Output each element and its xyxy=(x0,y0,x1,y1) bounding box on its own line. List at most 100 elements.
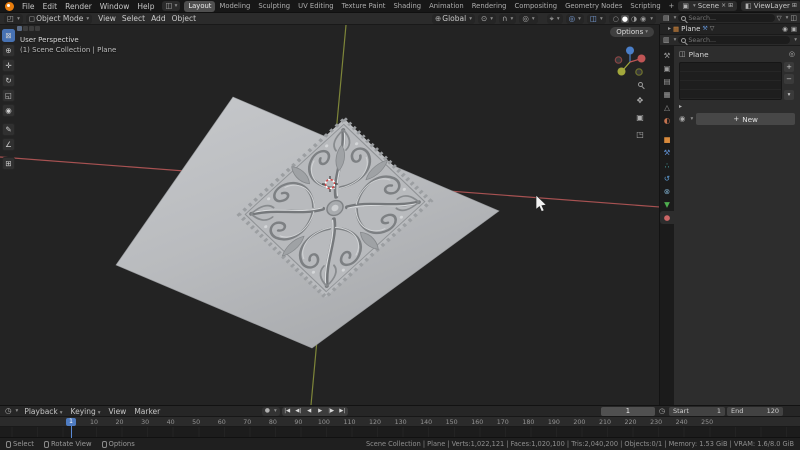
pivot-point-selector[interactable]: ⊙ ▾ xyxy=(477,13,497,24)
timeline-menu[interactable]: View xyxy=(105,407,131,416)
shading-material-button[interactable]: ◑ xyxy=(630,15,638,23)
workspace-tab[interactable]: Animation xyxy=(425,1,468,12)
material-slot-list[interactable] xyxy=(679,62,782,100)
workspace-tab[interactable]: Sculpting xyxy=(254,1,294,12)
properties-editor-icon[interactable]: ▥ xyxy=(663,36,670,44)
timeline-editor-icon[interactable]: ◷ xyxy=(5,407,12,415)
tab-physics[interactable]: ↺ xyxy=(660,172,674,185)
workspace-tab[interactable]: Texture Paint xyxy=(338,1,390,12)
disable-render-icon[interactable]: ▣ xyxy=(791,26,797,33)
topbar-menu[interactable]: Edit xyxy=(39,1,62,12)
gizmo-y-axis[interactable] xyxy=(617,67,626,76)
slot-specials-button[interactable]: ▾ xyxy=(784,90,794,100)
topbar-menu[interactable]: Render xyxy=(61,1,96,12)
play-reverse-button[interactable]: ◀ xyxy=(304,408,315,414)
jump-to-start-button[interactable]: |◀ xyxy=(282,408,293,414)
proportional-editing[interactable]: ◎ ▾ xyxy=(519,13,538,24)
add-cube-tool[interactable]: ⊞ xyxy=(2,157,15,170)
tab-material[interactable]: ● xyxy=(660,211,674,224)
transform-tool[interactable]: ◉ xyxy=(2,104,15,117)
workspace-tab[interactable]: Geometry Nodes xyxy=(561,1,626,12)
tab-modifiers[interactable]: ⚒ xyxy=(660,146,674,159)
editor-type-selector[interactable]: ◰ ▾ xyxy=(4,13,23,24)
new-collection-icon[interactable]: ◫ xyxy=(790,14,797,22)
frame-end-field[interactable]: End 120 xyxy=(727,406,783,416)
xray-toggle[interactable]: ◫ ▾ xyxy=(586,13,606,24)
outliner-search[interactable] xyxy=(678,14,775,22)
select-box-tool[interactable]: ⊠ xyxy=(2,29,15,42)
topbar-menu[interactable]: Help xyxy=(133,1,158,12)
timeline-menu[interactable]: Keying ▾ xyxy=(67,407,105,416)
material-sphere-icon[interactable]: ◉ xyxy=(679,115,686,123)
playhead-line[interactable] xyxy=(70,425,72,438)
outliner-search-input[interactable] xyxy=(688,14,772,22)
new-scene-icon[interactable]: ⊞ xyxy=(728,3,733,9)
tab-constraints[interactable]: ⊗ xyxy=(660,185,674,198)
transform-orientation[interactable]: ⊕ Global ▾ xyxy=(431,13,475,24)
tab-object[interactable]: ■ xyxy=(660,133,674,146)
timeline-menu[interactable]: Marker xyxy=(130,407,164,416)
tab-particles[interactable]: ∴ xyxy=(660,159,674,172)
viewport-menu[interactable]: View xyxy=(95,14,119,23)
current-frame-field[interactable]: 1 xyxy=(600,406,655,416)
tab-view-layer[interactable]: ▦ xyxy=(660,88,674,101)
viewport-menu[interactable]: Select xyxy=(119,14,148,23)
timeline-menu[interactable]: Playback ▾ xyxy=(20,407,66,416)
unlink-icon[interactable]: × xyxy=(721,3,726,9)
workspace-tab[interactable]: Modeling xyxy=(215,1,254,12)
disclosure-triangle-icon[interactable]: ▸ xyxy=(679,103,682,110)
tab-object-data[interactable]: ▼ xyxy=(660,198,674,211)
zoom-button[interactable] xyxy=(634,78,646,90)
blender-logo-icon[interactable] xyxy=(5,1,14,11)
jump-to-end-button[interactable]: ▶| xyxy=(337,408,348,414)
preview-range-icon[interactable]: ◷ xyxy=(659,407,665,415)
play-button[interactable]: ▶ xyxy=(315,408,326,414)
topbar-menu[interactable]: Window xyxy=(96,1,134,12)
select-set-button[interactable] xyxy=(17,26,22,31)
outliner-display-mode-icon[interactable]: ▤ xyxy=(663,14,670,22)
view-layer-selector[interactable]: ◧ ViewLayer ⊞ xyxy=(741,1,800,11)
gizmo-y-neg-axis[interactable] xyxy=(635,68,643,76)
viewport-3d[interactable]: ⊠ ⊕ ✛ ↻ ◱ ◉ ✎ ∠ ⊞ User Perspective (1) Scene Col… xyxy=(0,25,660,405)
tab-scene[interactable]: △ xyxy=(660,101,674,114)
workspace-tab[interactable]: UV Editing xyxy=(294,1,337,12)
frame-start-field[interactable]: Start 1 xyxy=(669,406,725,416)
workspace-tab[interactable]: Layout xyxy=(184,0,216,12)
workspace-switch[interactable]: ◫ ▾ xyxy=(162,1,181,11)
disclosure-triangle-icon[interactable]: ▸ xyxy=(668,26,671,32)
hide-eye-icon[interactable]: ◉ xyxy=(782,26,788,33)
overlays-toggle[interactable]: ◎ ▾ xyxy=(565,13,584,24)
select-subtract-button[interactable] xyxy=(29,26,34,31)
viewport-menu[interactable]: Add xyxy=(148,14,169,23)
gizmo-x-neg-axis[interactable] xyxy=(614,56,623,64)
viewport-menu[interactable]: Object xyxy=(169,14,199,23)
timeline-canvas[interactable] xyxy=(0,427,800,437)
filter-icon[interactable]: ▽ xyxy=(777,15,782,22)
annotate-tool[interactable]: ✎ xyxy=(2,123,15,136)
scene-selector[interactable]: ▣ ▾ Scene × ⊞ xyxy=(678,1,738,11)
tab-render[interactable]: ▣ xyxy=(660,62,674,75)
auto-keying-toggle[interactable]: ● ▾ xyxy=(261,406,280,416)
camera-view-button[interactable]: ▣ xyxy=(634,112,646,124)
properties-search-input[interactable] xyxy=(688,36,788,44)
next-keyframe-button[interactable]: |▶ xyxy=(326,408,337,414)
shading-wireframe-button[interactable]: ○ xyxy=(612,15,620,23)
shading-solid-button[interactable]: ● xyxy=(620,14,630,23)
snap-toggle[interactable]: ∩ ▾ xyxy=(499,13,517,24)
measure-tool[interactable]: ∠ xyxy=(2,138,15,151)
previous-keyframe-button[interactable]: ◀| xyxy=(293,408,304,414)
new-view-layer-icon[interactable]: ⊞ xyxy=(792,3,797,9)
gizmos-toggle[interactable]: ⌖ ▾ xyxy=(546,13,563,24)
tab-world[interactable]: ◐ xyxy=(660,114,674,127)
new-material-button[interactable]: + New xyxy=(696,113,795,125)
rotate-tool[interactable]: ↻ xyxy=(2,74,15,87)
tab-output[interactable]: ▤ xyxy=(660,75,674,88)
timeline-ruler[interactable]: 1 10 20 30 40 50 60 70 80 90 100 110 120 130 140 150 16… xyxy=(0,417,800,427)
gizmo-x-axis[interactable] xyxy=(637,54,646,63)
properties-search[interactable] xyxy=(678,36,791,44)
cursor-tool[interactable]: ⊕ xyxy=(2,44,15,57)
options-button[interactable]: Options ▾ xyxy=(610,27,654,37)
topbar-menu[interactable]: File xyxy=(18,1,39,12)
select-intersect-button[interactable] xyxy=(35,26,40,31)
current-frame-indicator[interactable]: 1 xyxy=(65,417,77,426)
